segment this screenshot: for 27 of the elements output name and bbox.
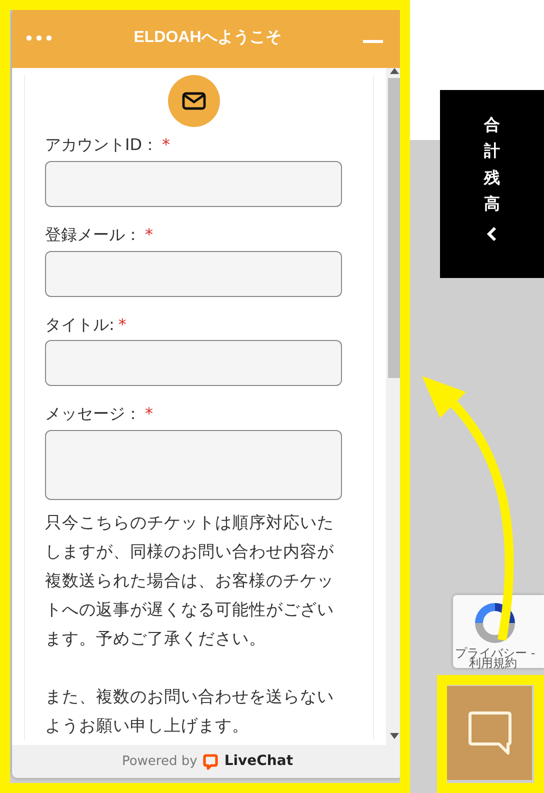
chat-bubble-icon [466,710,512,756]
livechat-link[interactable]: LiveChat [224,751,294,772]
envelope-icon [182,92,206,110]
notice-text: また、複数のお問い合わせを送らないようお願い申し上げます。 [45,686,335,738]
input-field[interactable] [45,340,342,386]
required-mark: * [118,314,126,334]
field-label: タイトル: * [45,314,128,336]
message-field[interactable] [45,430,342,500]
required-mark: * [145,224,153,244]
field-label: メッセージ： * [45,404,154,426]
field-label: アカウントID： * [45,135,172,156]
chevron-left-icon[interactable] [486,226,498,242]
input-field[interactable] [45,250,342,297]
field-label: 登録メール： * [45,224,154,246]
powered-by-text: Powered by [122,752,198,771]
notice-text: 只今こちらのチケットは順序対応いたしますが、同様のお問い合わせ内容が複数送られた場合は、お客様のチケットへの返事が遅くなる可能性がございます。予めご了承ください。 [45,512,335,650]
recaptcha-icon [473,601,517,645]
terms-link[interactable]: 利用規約 [469,657,517,669]
input-field[interactable] [45,160,342,207]
more-icon[interactable] [26,34,52,40]
required-mark: * [145,404,153,424]
side-tab-label[interactable]: 合計残高 [484,112,500,218]
scroll-down-icon[interactable] [390,733,399,739]
required-mark: * [162,135,170,154]
chat-button[interactable] [447,686,532,780]
widget-title: ELDOAHへようこそ [134,28,282,48]
chat-logo-icon [203,754,218,770]
